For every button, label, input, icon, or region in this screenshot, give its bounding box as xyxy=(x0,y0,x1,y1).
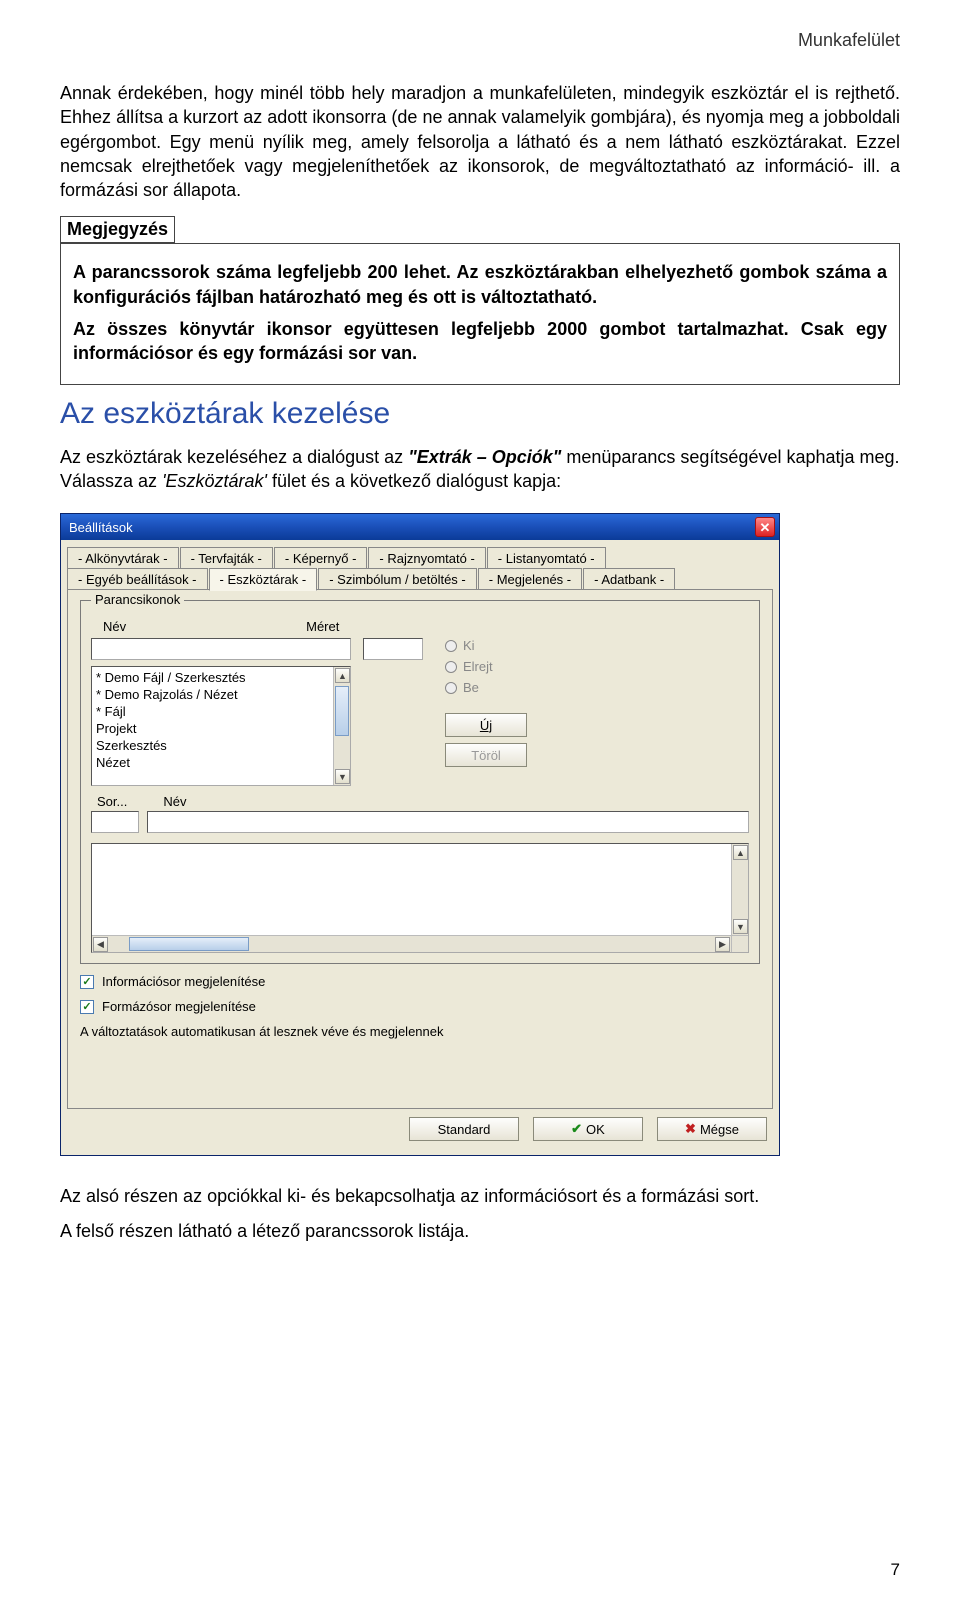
label-sor: Sor... xyxy=(97,794,127,809)
radio-icon xyxy=(445,640,457,652)
ok-button[interactable]: ✔ OK xyxy=(533,1117,643,1141)
tab-listanyomtato[interactable]: - Listanyomtató - xyxy=(487,547,606,569)
label-nev: Név xyxy=(103,619,126,634)
footer-p2: A felső részen látható a létező parancss… xyxy=(60,1219,900,1243)
note-label: Megjegyzés xyxy=(60,216,175,243)
scroll-left-icon[interactable]: ◀ xyxy=(93,937,108,952)
footer-p1: Az alsó részen az opciókkal ki- és bekap… xyxy=(60,1184,900,1208)
radio-ki[interactable]: Ki xyxy=(445,638,527,653)
tab-kepernyo[interactable]: - Képernyő - xyxy=(274,547,368,569)
scroll-down-icon[interactable]: ▼ xyxy=(335,769,350,784)
tab-egyeb[interactable]: - Egyéb beállítások - xyxy=(67,568,208,591)
page-number: 7 xyxy=(891,1560,900,1580)
checkbox-format-row[interactable]: ✓ Formázósor megjelenítése xyxy=(80,999,760,1014)
checkbox-format-label: Formázósor megjelenítése xyxy=(102,999,256,1014)
tab-eszkoztarak[interactable]: - Eszköztárak - xyxy=(209,568,318,591)
checkbox-info-row[interactable]: ✓ Információsor megjelenítése xyxy=(80,974,760,989)
list-item[interactable]: Szerkesztés xyxy=(96,737,346,754)
scroll-thumb[interactable] xyxy=(335,686,349,736)
radio-icon xyxy=(445,682,457,694)
note-box: A parancssorok száma legfeljebb 200 lehe… xyxy=(60,243,900,384)
tab-megjelenes[interactable]: - Megjelenés - xyxy=(478,568,582,591)
meret-input[interactable] xyxy=(363,638,423,660)
scroll-right-icon[interactable]: ▶ xyxy=(715,937,730,952)
radio-elrejt[interactable]: Elrejt xyxy=(445,659,527,674)
label-meret: Méret xyxy=(306,619,339,634)
list-item[interactable]: * Demo Fájl / Szerkesztés xyxy=(96,669,346,686)
scrollbar-vertical[interactable]: ▲ ▼ xyxy=(731,844,748,935)
scroll-up-icon[interactable]: ▲ xyxy=(335,668,350,683)
checkbox-checked-icon: ✓ xyxy=(80,975,94,989)
scroll-thumb[interactable] xyxy=(129,937,249,951)
scroll-down-icon[interactable]: ▼ xyxy=(733,919,748,934)
lower-listbox[interactable]: ▲ ▼ ◀ ▶ xyxy=(91,843,749,953)
commandbar-listbox[interactable]: * Demo Fájl / Szerkesztés * Demo Rajzolá… xyxy=(91,666,351,786)
scroll-corner xyxy=(731,935,748,952)
paragraph-1: Annak érdekében, hogy minél több hely ma… xyxy=(60,81,900,202)
tab-tervfajtak[interactable]: - Tervfajták - xyxy=(180,547,273,569)
tab-alkonyvtarak[interactable]: - Alkönyvtárak - xyxy=(67,547,179,569)
close-button[interactable]: ✕ xyxy=(755,517,775,537)
dialog-titlebar[interactable]: Beállítások ✕ xyxy=(61,514,779,540)
checkbox-info-label: Információsor megjelenítése xyxy=(102,974,265,989)
check-icon: ✔ xyxy=(571,1121,582,1137)
scroll-up-icon[interactable]: ▲ xyxy=(733,845,748,860)
checkbox-checked-icon: ✓ xyxy=(80,1000,94,1014)
tab-szimbolum[interactable]: - Szimbólum / betöltés - xyxy=(318,568,477,591)
uj-button[interactable]: Új xyxy=(445,713,527,737)
tab-rajznyomtato[interactable]: - Rajznyomtató - xyxy=(368,547,485,569)
label-nev2: Név xyxy=(163,794,186,809)
radio-be[interactable]: Be xyxy=(445,680,527,695)
note-p2: Az összes könyvtár ikonsor együttesen le… xyxy=(73,317,887,366)
dialog-title: Beállítások xyxy=(69,520,133,535)
settings-dialog: Beállítások ✕ - Alkönyvtárak - - Tervfaj… xyxy=(60,513,780,1156)
nev2-input[interactable] xyxy=(147,811,749,833)
nev-input[interactable] xyxy=(91,638,351,660)
standard-button[interactable]: Standard xyxy=(409,1117,519,1141)
groupbox-parancsikonok: Parancsikonok Név Méret * Demo Fájl / Sz… xyxy=(80,600,760,964)
list-item[interactable]: Projekt xyxy=(96,720,346,737)
list-item[interactable]: * Demo Rajzolás / Nézet xyxy=(96,686,346,703)
dialog-intro: Az eszköztárak kezeléséhez a dialógust a… xyxy=(60,445,900,494)
list-item[interactable]: * Fájl xyxy=(96,703,346,720)
tab-row-1: - Alkönyvtárak - - Tervfajták - - Képern… xyxy=(67,546,773,568)
radio-icon xyxy=(445,661,457,673)
sor-input[interactable] xyxy=(91,811,139,833)
torol-button[interactable]: Töröl xyxy=(445,743,527,767)
close-icon: ✕ xyxy=(760,521,771,534)
note-p1: A parancssorok száma legfeljebb 200 lehe… xyxy=(73,260,887,309)
cancel-button[interactable]: ✖ Mégse xyxy=(657,1117,767,1141)
tab-panel: Parancsikonok Név Méret * Demo Fájl / Sz… xyxy=(67,589,773,1109)
list-item[interactable]: Nézet xyxy=(96,754,346,771)
section-title: Az eszköztárak kezelése xyxy=(60,397,900,431)
scrollbar-vertical[interactable]: ▲ ▼ xyxy=(333,667,350,785)
scrollbar-horizontal[interactable]: ◀ ▶ xyxy=(92,935,731,952)
tab-adatbank[interactable]: - Adatbank - xyxy=(583,568,675,591)
x-icon: ✖ xyxy=(685,1121,696,1137)
auto-note: A változtatások automatikusan át lesznek… xyxy=(80,1024,760,1039)
group-legend: Parancsikonok xyxy=(91,592,184,607)
tab-row-2: - Egyéb beállítások - - Eszköztárak - - … xyxy=(67,567,773,590)
page-header: Munkafelület xyxy=(60,30,900,51)
